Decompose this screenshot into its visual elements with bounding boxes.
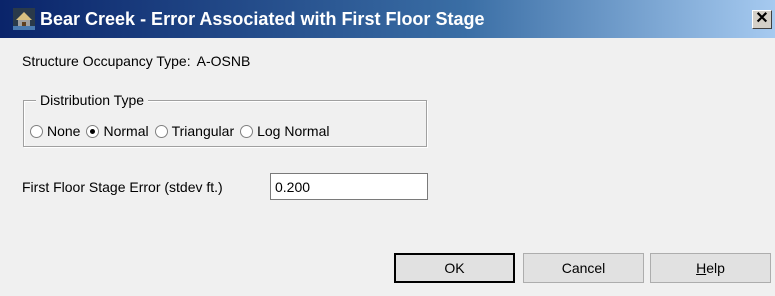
radio-log-normal[interactable]: Log Normal (240, 122, 329, 140)
close-button[interactable]: ✕ (752, 10, 772, 29)
cancel-button[interactable]: Cancel (523, 253, 644, 283)
app-icon (13, 8, 35, 30)
help-label-rest: elp (706, 260, 725, 276)
distribution-type-label: Distribution Type (36, 91, 149, 109)
radio-none[interactable]: None (30, 122, 80, 140)
radio-label: Triangular (171, 123, 235, 139)
radio-triangular[interactable]: Triangular (154, 122, 235, 140)
radio-label: None (47, 123, 81, 139)
occupancy-label: Structure Occupancy Type: (22, 53, 191, 69)
first-floor-stage-error-label: First Floor Stage Error (stdev ft.) (22, 179, 223, 195)
ok-button[interactable]: OK (394, 253, 515, 283)
distribution-radio-group: None Normal Triangular Log Normal (30, 121, 335, 141)
radio-button-icon[interactable] (30, 124, 43, 138)
radio-button-icon[interactable] (86, 124, 100, 138)
radio-label: Normal (103, 123, 149, 139)
title-bar[interactable]: Bear Creek - Error Associated with First… (0, 0, 775, 38)
radio-button-icon[interactable] (240, 124, 254, 138)
radio-button-icon[interactable] (154, 124, 168, 138)
close-icon: ✕ (755, 10, 769, 27)
help-mnemonic: H (696, 260, 707, 276)
first-floor-stage-error-input[interactable] (270, 173, 428, 200)
radio-normal[interactable]: Normal (86, 122, 149, 140)
radio-label: Log Normal (257, 123, 330, 139)
occupancy-type: Structure Occupancy Type: A-OSNB (22, 52, 250, 70)
occupancy-value: A-OSNB (196, 53, 251, 69)
dialog-window: Bear Creek - Error Associated with First… (0, 0, 775, 296)
window-title: Bear Creek - Error Associated with First… (40, 9, 485, 29)
help-button[interactable]: Help (650, 253, 771, 283)
